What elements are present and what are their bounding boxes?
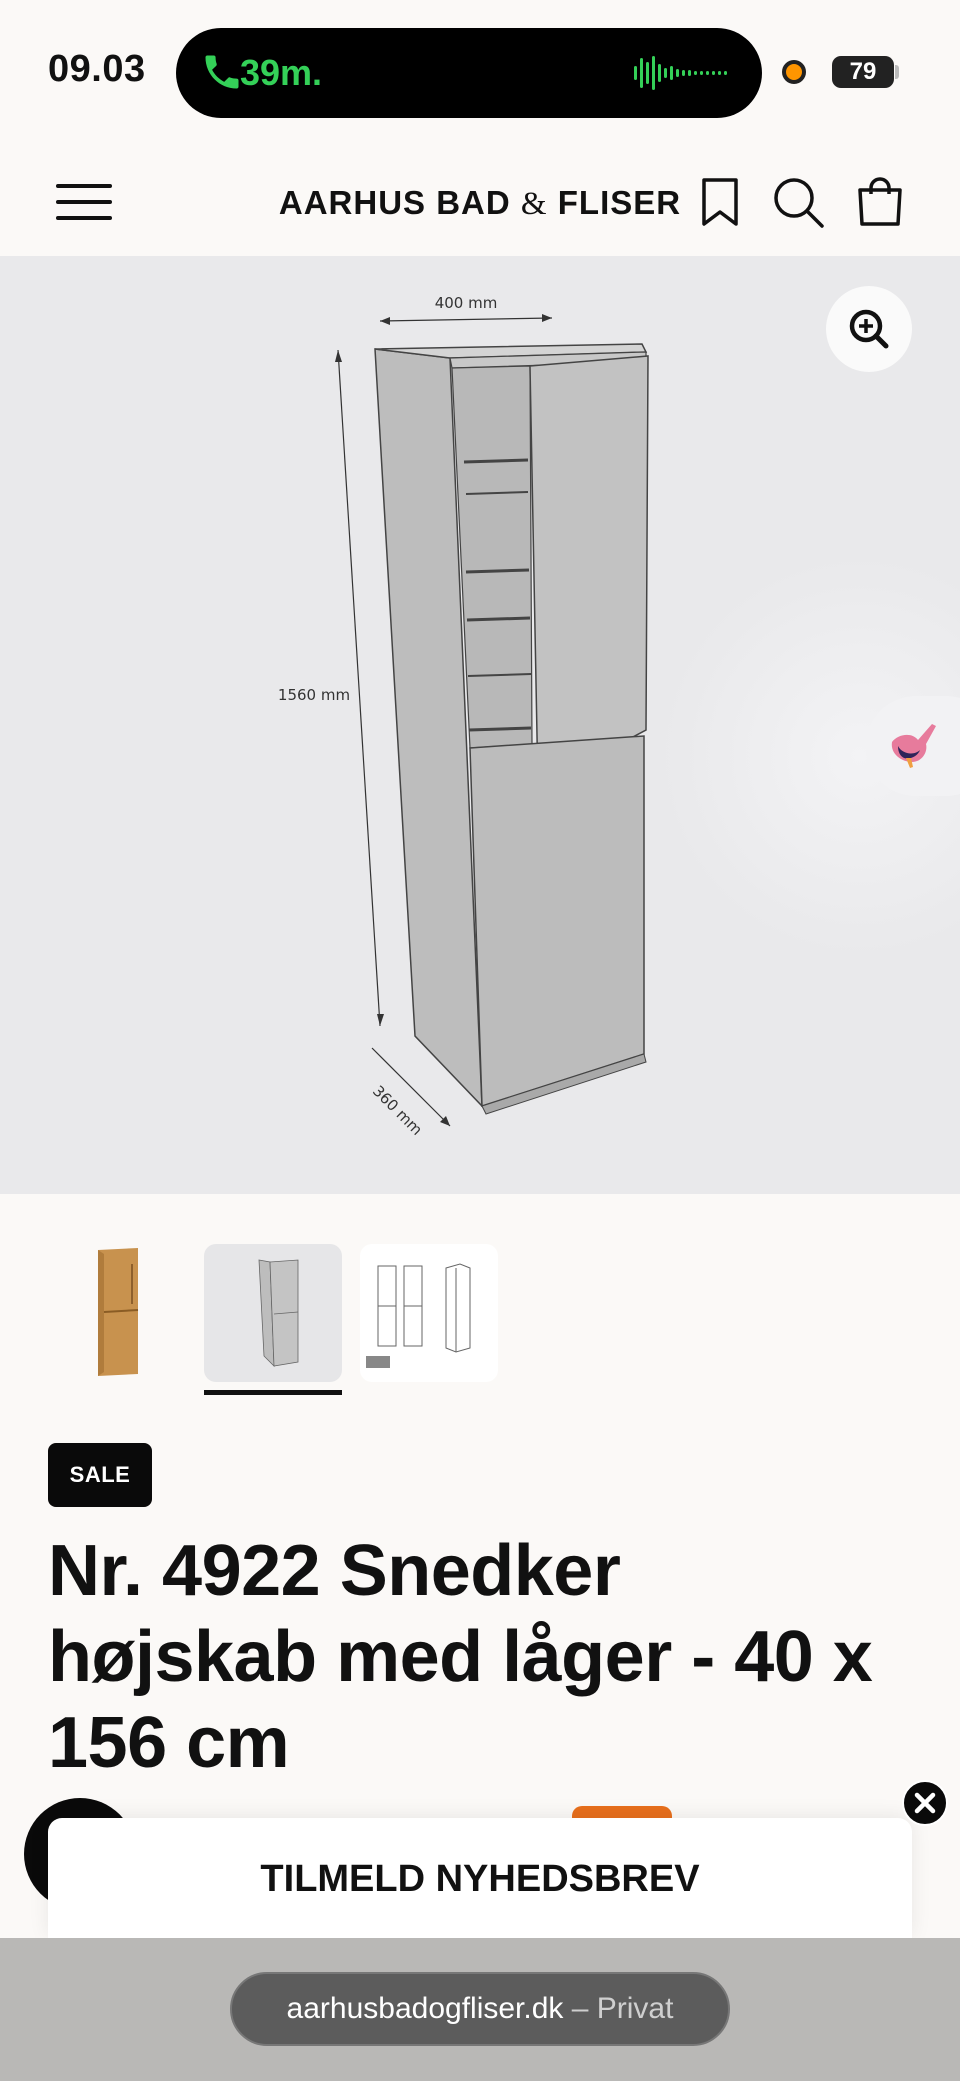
close-icon bbox=[914, 1792, 936, 1814]
url-domain: aarhusbadogfliser.dk bbox=[286, 1992, 564, 2025]
dimension-width-label: 400 mm bbox=[435, 294, 498, 312]
logo-ampersand: & bbox=[520, 186, 548, 222]
site-header: AARHUS BAD & FLISER bbox=[0, 150, 960, 256]
product-title: Nr. 4922 Snedker højskab med låger - 40 … bbox=[48, 1531, 873, 1783]
zoom-in-icon bbox=[849, 309, 889, 349]
logo-text-right: FLISER bbox=[557, 184, 682, 221]
cabinet-dimension-drawing: 400 mm 1560 mm 360 mm bbox=[278, 294, 960, 1139]
dimension-height-label: 1560 mm bbox=[278, 686, 350, 704]
recording-indicator-icon bbox=[782, 60, 806, 84]
thumbnail-strip bbox=[0, 1194, 960, 1404]
dynamic-island-call[interactable]: 39m. bbox=[176, 28, 762, 118]
search-icon[interactable] bbox=[770, 174, 826, 230]
call-duration: 39m. bbox=[240, 52, 323, 93]
status-bar: 09.03 39m. 79 bbox=[0, 0, 960, 150]
address-bar[interactable]: aarhusbadogfliser.dk – Privat bbox=[230, 1972, 730, 2046]
technical-drawing-thumbnail-icon bbox=[366, 1263, 471, 1368]
sale-badge: SALE bbox=[48, 1443, 152, 1507]
thumb-wood-cabinet[interactable] bbox=[48, 1244, 186, 1382]
widget-launcher[interactable] bbox=[866, 696, 960, 796]
browser-bottom-bar: aarhusbadogfliser.dk – Privat bbox=[0, 1938, 960, 2081]
logo-text-left: AARHUS BAD bbox=[278, 184, 511, 221]
phone-icon bbox=[205, 55, 239, 89]
dimension-depth-label: 360 mm bbox=[369, 1082, 426, 1139]
cart-icon[interactable] bbox=[852, 174, 908, 230]
newsletter-label: TILMELD NYHEDSBREV bbox=[260, 1858, 700, 1900]
newsletter-banner[interactable]: TILMELD NYHEDSBREV bbox=[48, 1818, 912, 1938]
audio-waveform-icon bbox=[634, 56, 727, 90]
thumb-dimension-drawing[interactable] bbox=[204, 1244, 342, 1382]
active-thumb-indicator bbox=[204, 1390, 342, 1395]
dimension-drawing-thumbnail-icon bbox=[258, 1259, 299, 1368]
close-newsletter-button[interactable] bbox=[902, 1780, 948, 1826]
wood-cabinet-thumbnail-icon bbox=[98, 1248, 139, 1376]
private-mode-label: – Privat bbox=[563, 1992, 674, 2025]
bird-logo-icon bbox=[891, 724, 936, 768]
battery-tip bbox=[895, 65, 899, 79]
battery-icon: 79 bbox=[832, 56, 894, 88]
bookmark-icon[interactable] bbox=[692, 174, 748, 230]
zoom-button[interactable] bbox=[826, 286, 912, 372]
clock: 09.03 bbox=[48, 48, 146, 90]
product-image[interactable]: 400 mm 1560 mm 360 mm bbox=[0, 256, 960, 1194]
thumb-technical-drawing[interactable] bbox=[360, 1244, 498, 1382]
